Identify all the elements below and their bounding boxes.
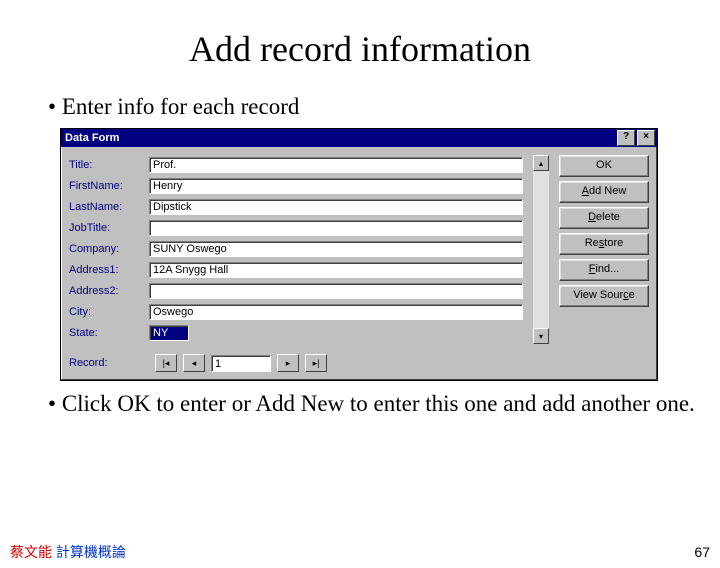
label-jobtitle: JobTitle:: [69, 222, 149, 234]
label-address1: Address1:: [69, 264, 149, 276]
dialog-title: Data Form: [65, 132, 119, 144]
ok-button[interactable]: OK: [559, 155, 649, 177]
input-state[interactable]: NY: [149, 325, 189, 341]
nav-prev-icon[interactable]: ◂: [183, 354, 205, 372]
nav-last-icon[interactable]: ▸|: [305, 354, 327, 372]
record-number[interactable]: 1: [211, 355, 271, 372]
delete-button[interactable]: Delete: [559, 207, 649, 229]
input-company[interactable]: SUNY Oswego: [149, 241, 523, 257]
input-city[interactable]: Oswego: [149, 304, 523, 320]
label-address2: Address2:: [69, 285, 149, 297]
bullet-click-ok: Click OK to enter or Add New to enter th…: [48, 391, 720, 417]
footer-author: 蔡文能 計算機概論: [10, 542, 126, 562]
input-title[interactable]: Prof.: [149, 157, 523, 173]
input-firstname[interactable]: Henry: [149, 178, 523, 194]
field-list: Title: Prof. FirstName: Henry LastName: …: [69, 155, 523, 344]
course-name: 計算機概論: [56, 544, 126, 560]
slide-title: Add record information: [0, 28, 720, 70]
close-button[interactable]: ×: [637, 130, 655, 146]
record-navigator: Record: |◂ ◂ 1 ▸ ▸|: [61, 350, 657, 380]
help-button[interactable]: ?: [617, 130, 635, 146]
button-column: OK Add New Delete Restore Find... View S…: [559, 155, 649, 344]
page-number: 67: [694, 544, 710, 560]
add-new-button[interactable]: Add New: [559, 181, 649, 203]
scroll-down-icon[interactable]: ▾: [533, 328, 549, 344]
nav-next-icon[interactable]: ▸: [277, 354, 299, 372]
find-button[interactable]: Find...: [559, 259, 649, 281]
record-label: Record:: [69, 357, 149, 369]
bullet-enter-info: Enter info for each record: [48, 94, 720, 120]
label-city: City:: [69, 306, 149, 318]
input-lastname[interactable]: Dipstick: [149, 199, 523, 215]
scroll-up-icon[interactable]: ▴: [533, 155, 549, 171]
input-jobtitle[interactable]: [149, 220, 523, 236]
nav-first-icon[interactable]: |◂: [155, 354, 177, 372]
label-lastname: LastName:: [69, 201, 149, 213]
input-address2[interactable]: [149, 283, 523, 299]
data-form-dialog: Data Form ? × Title: Prof. FirstName: He…: [60, 128, 658, 381]
label-company: Company:: [69, 243, 149, 255]
label-title: Title:: [69, 159, 149, 171]
author-name: 蔡文能: [10, 544, 56, 560]
label-firstname: FirstName:: [69, 180, 149, 192]
field-scrollbar[interactable]: ▴ ▾: [533, 155, 549, 344]
label-state: State:: [69, 327, 149, 339]
titlebar: Data Form ? ×: [61, 129, 657, 147]
scroll-track[interactable]: [533, 171, 549, 328]
input-address1[interactable]: 12A Snygg Hall: [149, 262, 523, 278]
restore-button[interactable]: Restore: [559, 233, 649, 255]
view-source-button[interactable]: View Source: [559, 285, 649, 307]
